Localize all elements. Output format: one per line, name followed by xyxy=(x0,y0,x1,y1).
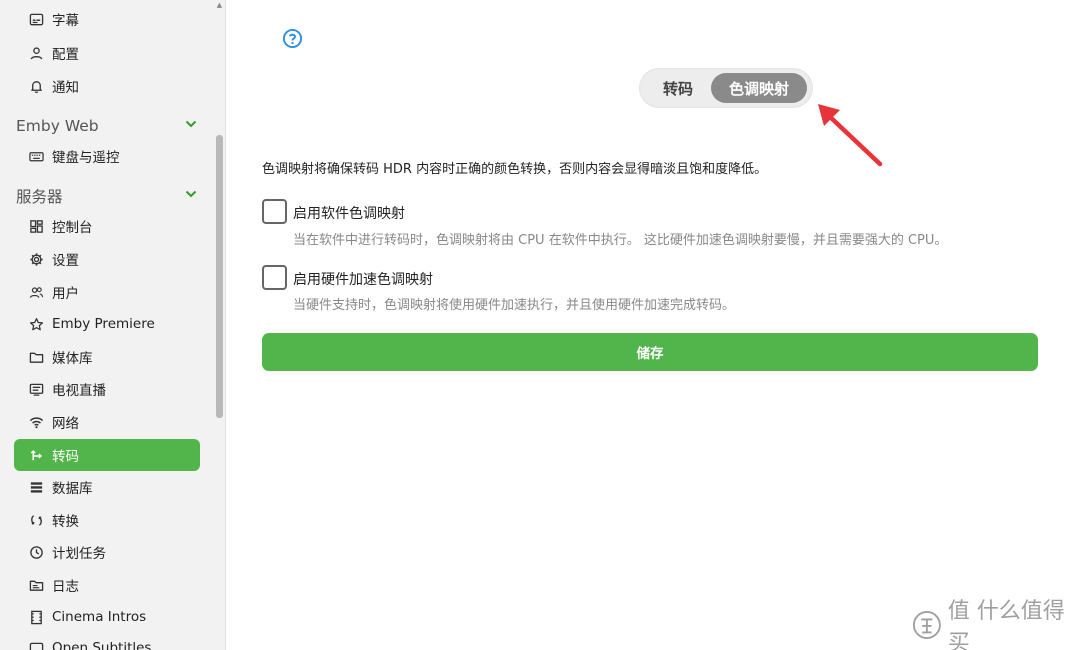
chevron-down-icon[interactable] xyxy=(184,117,198,135)
software-tone-mapping-help: 当在软件中进行转码时，色调映射将由 CPU 在软件中执行。 这比硬件加速色调映射… xyxy=(293,233,948,248)
help-icon[interactable] xyxy=(282,28,303,49)
sidebar-item-live-tv[interactable]: 电视直播 xyxy=(14,373,200,405)
watermark-text: 值 什么值得买 xyxy=(947,599,1065,650)
sidebar-item-label: 设置 xyxy=(52,253,79,269)
sidebar-item-settings[interactable]: 设置 xyxy=(14,243,200,275)
watermark-logo-icon xyxy=(912,611,941,639)
person-icon xyxy=(26,43,46,63)
sidebar-item-label: 计划任务 xyxy=(52,546,106,562)
sidebar-item-users[interactable]: 用户 xyxy=(14,276,200,308)
sidebar-item-database[interactable]: 数据库 xyxy=(14,471,200,503)
database-icon xyxy=(26,477,46,497)
sidebar-item-label: Emby Premiere xyxy=(52,316,155,332)
dashboard-icon xyxy=(26,216,46,236)
sidebar-item-library[interactable]: 媒体库 xyxy=(14,341,200,373)
annotation-arrow-icon xyxy=(818,104,883,167)
sidebar-item-subtitles[interactable]: 字幕 xyxy=(14,3,200,35)
film-icon xyxy=(26,607,46,627)
sidebar-item-keyboard[interactable]: 键盘与遥控 xyxy=(14,140,200,172)
sidebar-item-label: 用户 xyxy=(52,286,79,302)
section-title: Emby Web xyxy=(16,117,99,135)
sidebar-item-cinema-intros[interactable]: Cinema Intros xyxy=(14,601,200,633)
keyboard-icon xyxy=(26,146,46,166)
software-tone-mapping-label[interactable]: 启用软件色调映射 xyxy=(293,203,405,223)
log-folder-icon xyxy=(26,575,46,595)
star-icon xyxy=(26,314,46,334)
software-tone-mapping-checkbox[interactable] xyxy=(262,199,287,224)
sidebar-scrollbar[interactable] xyxy=(216,135,223,418)
hardware-tone-mapping-checkbox[interactable] xyxy=(262,265,287,290)
sidebar-item-dashboard[interactable]: 控制台 xyxy=(14,210,200,242)
sidebar-item-label: 键盘与遥控 xyxy=(52,150,120,166)
sidebar-item-label: 媒体库 xyxy=(52,351,93,367)
scroll-up-arrow-icon[interactable]: ▲ xyxy=(215,2,224,9)
sidebar-item-logs[interactable]: 日志 xyxy=(14,569,200,601)
tone-mapping-description: 色调映射将确保转码 HDR 内容时正确的颜色转换，否则内容会显得暗淡且饱和度降低… xyxy=(262,162,768,177)
section-emby-web[interactable]: Emby Web xyxy=(16,114,198,138)
clock-icon xyxy=(26,542,46,562)
wifi-icon xyxy=(26,412,46,432)
sidebar-item-label: 数据库 xyxy=(52,481,93,497)
sidebar-item-label: 电视直播 xyxy=(52,383,106,399)
sidebar-item-label: 转码 xyxy=(52,449,79,465)
hardware-tone-mapping-label[interactable]: 启用硬件加速色调映射 xyxy=(293,269,433,289)
sidebar-item-scheduled-tasks[interactable]: 计划任务 xyxy=(14,536,200,568)
section-title: 服务器 xyxy=(16,188,63,206)
save-button[interactable]: 储存 xyxy=(262,333,1038,371)
sidebar-item-label: 字幕 xyxy=(52,13,79,29)
tab-transcode[interactable]: 转码 xyxy=(646,73,710,103)
people-icon xyxy=(26,282,46,302)
subtitles-icon xyxy=(26,638,46,650)
sidebar-item-notifications[interactable]: 通知 xyxy=(14,70,200,102)
subtitles-icon xyxy=(26,9,46,29)
convert-icon xyxy=(26,510,46,530)
sidebar-item-label: 日志 xyxy=(52,579,79,595)
bell-icon xyxy=(26,76,46,96)
tv-guide-icon xyxy=(26,379,46,399)
sidebar-item-open-subtitles[interactable]: Open Subtitles xyxy=(14,632,200,650)
chevron-down-icon[interactable] xyxy=(184,187,198,205)
gear-icon xyxy=(26,249,46,269)
transcode-icon xyxy=(26,445,46,465)
sidebar-item-config[interactable]: 配置 xyxy=(14,37,200,69)
sidebar-item-label: 网络 xyxy=(52,416,79,432)
folder-icon xyxy=(26,347,46,367)
sidebar-item-label: Cinema Intros xyxy=(52,609,147,625)
sidebar-item-label: Open Subtitles xyxy=(52,640,152,650)
tab-bar: 转码 色调映射 xyxy=(640,69,812,107)
sidebar-item-transcode[interactable]: 转码 xyxy=(14,439,200,471)
sidebar-item-convert[interactable]: 转换 xyxy=(14,504,200,536)
sidebar-item-label: 配置 xyxy=(52,47,79,63)
sidebar-item-label: 控制台 xyxy=(52,220,93,236)
watermark: 值 什么值得买 xyxy=(912,599,1077,650)
sidebar-item-network[interactable]: 网络 xyxy=(14,406,200,438)
sidebar-item-emby-premiere[interactable]: Emby Premiere xyxy=(14,308,200,340)
hardware-tone-mapping-help: 当硬件支持时，色调映射将使用硬件加速执行，并且使用硬件加速完成转码。 xyxy=(293,298,736,313)
tab-tone-mapping[interactable]: 色调映射 xyxy=(711,73,807,103)
section-server[interactable]: 服务器 xyxy=(16,184,198,208)
sidebar-item-label: 通知 xyxy=(52,80,79,96)
sidebar: ▲ 字幕 配置 通知 Emby Web 键盘与遥控 服务器 控制台 设置 用户 … xyxy=(0,0,226,650)
sidebar-item-label: 转换 xyxy=(52,514,79,530)
